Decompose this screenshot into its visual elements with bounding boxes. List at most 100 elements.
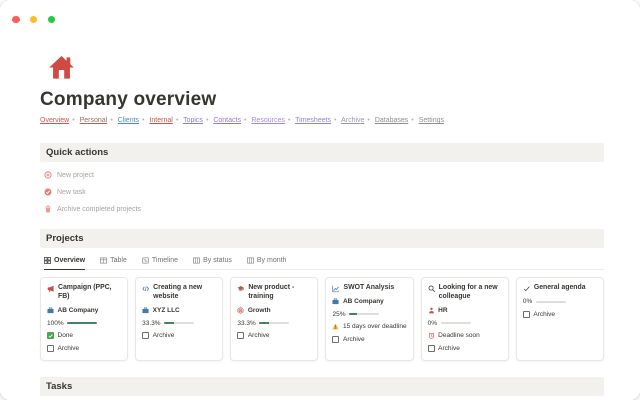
nav-separator: • bbox=[175, 117, 179, 124]
page-content: Company overview Overview • Personal • Cli… bbox=[0, 54, 640, 396]
tab-table[interactable]: Table bbox=[100, 257, 127, 269]
archive-label: Archive bbox=[438, 344, 460, 352]
page-title: Company overview bbox=[40, 89, 217, 110]
breadcrumb-nav: Overview • Personal • Clients • Internal • T… bbox=[40, 116, 604, 126]
code-icon bbox=[142, 286, 150, 292]
quick-action-new-project[interactable]: New project bbox=[44, 171, 604, 179]
project-card-agenda[interactable]: General agenda 0% Archive bbox=[515, 277, 604, 361]
nav-separator: • bbox=[72, 117, 75, 124]
briefcase-icon bbox=[142, 307, 149, 314]
nav-separator: • bbox=[287, 117, 291, 124]
nav-link-overview[interactable]: Overview bbox=[40, 117, 69, 124]
nav-separator: • bbox=[411, 117, 414, 124]
deadline-soon-label: Deadline soon bbox=[438, 332, 480, 340]
progress-label: 33.3% bbox=[142, 319, 161, 327]
trash-icon bbox=[45, 205, 51, 213]
progress-bar bbox=[164, 322, 195, 325]
archive-checkbox[interactable] bbox=[142, 332, 150, 340]
nav-separator: • bbox=[142, 117, 145, 124]
archive-checkbox[interactable] bbox=[332, 335, 340, 343]
check-icon bbox=[523, 286, 530, 292]
traffic-light-close-button[interactable] bbox=[12, 15, 20, 23]
progress-bar bbox=[349, 313, 379, 316]
card-client: AB Company bbox=[57, 307, 99, 315]
quick-action-label: Archive completed projects bbox=[57, 205, 142, 213]
house-icon[interactable] bbox=[48, 54, 75, 81]
briefcase-icon bbox=[47, 307, 54, 314]
progress-label: 0% bbox=[427, 319, 438, 327]
card-tag: Growth bbox=[247, 307, 271, 315]
project-card-colleague[interactable]: Looking for a new colleague HR 0% Deadli… bbox=[420, 277, 509, 361]
warning-icon bbox=[332, 323, 340, 330]
section-heading-quick-actions: Quick actions bbox=[40, 143, 604, 162]
archive-checkbox[interactable] bbox=[522, 310, 530, 318]
board-icon bbox=[193, 257, 200, 264]
progress-label: 25% bbox=[332, 310, 346, 318]
project-card-website[interactable]: Creating a new website XYZ LLC 33.3% Arc… bbox=[135, 277, 224, 361]
tab-label: Timeline bbox=[151, 257, 179, 264]
card-title: Creating a new website bbox=[153, 284, 203, 300]
done-label: Done bbox=[57, 332, 74, 340]
tab-timeline[interactable]: Timeline bbox=[141, 257, 179, 269]
nav-link-clients[interactable]: Clients bbox=[118, 117, 139, 124]
done-checkbox[interactable] bbox=[47, 332, 54, 340]
nav-link-timesheets[interactable]: Timesheets bbox=[295, 117, 331, 124]
table-icon bbox=[100, 257, 108, 264]
tab-label: By month bbox=[256, 257, 287, 264]
nav-link-contacts[interactable]: Contacts bbox=[213, 117, 241, 124]
app-window: Company overview Overview • Personal • Cli… bbox=[0, 0, 640, 400]
timeline-icon bbox=[141, 257, 149, 264]
project-card-training[interactable]: New product - training Growth 33.3% Arch… bbox=[230, 277, 319, 361]
archive-checkbox[interactable] bbox=[47, 344, 54, 352]
card-title: General agenda bbox=[533, 284, 586, 291]
archive-label: Archive bbox=[247, 332, 270, 340]
nav-link-archive[interactable]: Archive bbox=[341, 117, 364, 124]
tab-by-month[interactable]: By month bbox=[246, 257, 287, 269]
nav-separator: • bbox=[243, 117, 247, 124]
quick-action-new-task[interactable]: New task bbox=[44, 188, 604, 196]
nav-link-internal[interactable]: Internal bbox=[149, 117, 172, 124]
tab-overview[interactable]: Overview bbox=[44, 257, 86, 270]
section-heading-tasks: Tasks bbox=[40, 376, 604, 396]
briefcase-icon bbox=[332, 298, 340, 305]
window-titlebar bbox=[0, 0, 640, 28]
progress-bar bbox=[535, 300, 566, 303]
section-heading-label: Quick actions bbox=[46, 147, 109, 158]
traffic-light-minimize-button[interactable] bbox=[29, 15, 38, 23]
card-client: AB Company bbox=[342, 298, 384, 306]
card-title: New product - training bbox=[248, 284, 295, 300]
progress-bar bbox=[259, 322, 290, 325]
archive-label: Archive bbox=[342, 335, 365, 343]
target-icon bbox=[237, 307, 244, 315]
project-card-campaign[interactable]: Campaign (PPC, FB) AB Company 100% Done … bbox=[40, 277, 129, 361]
tab-by-status[interactable]: By status bbox=[193, 257, 232, 269]
archive-label: Archive bbox=[533, 310, 556, 318]
progress-label: 100% bbox=[47, 319, 64, 327]
card-title: Campaign (PPC, FB) bbox=[58, 284, 112, 300]
quick-action-label: New task bbox=[57, 188, 86, 196]
nav-link-resources[interactable]: Resources bbox=[251, 117, 284, 124]
grid-icon bbox=[44, 257, 51, 264]
nav-link-topics[interactable]: Topics bbox=[183, 117, 203, 124]
plus-circle-icon bbox=[44, 171, 52, 179]
quick-action-label: New project bbox=[57, 171, 94, 179]
archive-checkbox[interactable] bbox=[427, 344, 435, 352]
card-title: SWOT Analysis bbox=[343, 284, 395, 291]
progress-label: 0% bbox=[522, 298, 533, 306]
nav-link-settings[interactable]: Settings bbox=[419, 117, 444, 124]
nav-link-databases[interactable]: Databases bbox=[375, 117, 408, 124]
check-circle-icon bbox=[44, 188, 52, 196]
project-card-swot[interactable]: SWOT Analysis AB Company 25% 15 days ove… bbox=[325, 277, 414, 361]
board-icon bbox=[246, 257, 254, 264]
nav-separator: • bbox=[110, 117, 113, 124]
progress-bar bbox=[67, 322, 98, 325]
line-chart-icon bbox=[332, 285, 340, 293]
graduation-cap-icon bbox=[237, 285, 245, 291]
quick-action-archive-completed[interactable]: Archive completed projects bbox=[44, 205, 604, 213]
archive-checkbox[interactable] bbox=[237, 332, 245, 340]
check-glyph bbox=[48, 334, 53, 338]
nav-separator: • bbox=[205, 117, 209, 124]
traffic-light-zoom-button[interactable] bbox=[47, 15, 56, 23]
archive-label: Archive bbox=[152, 332, 175, 340]
nav-link-personal[interactable]: Personal bbox=[80, 117, 108, 124]
